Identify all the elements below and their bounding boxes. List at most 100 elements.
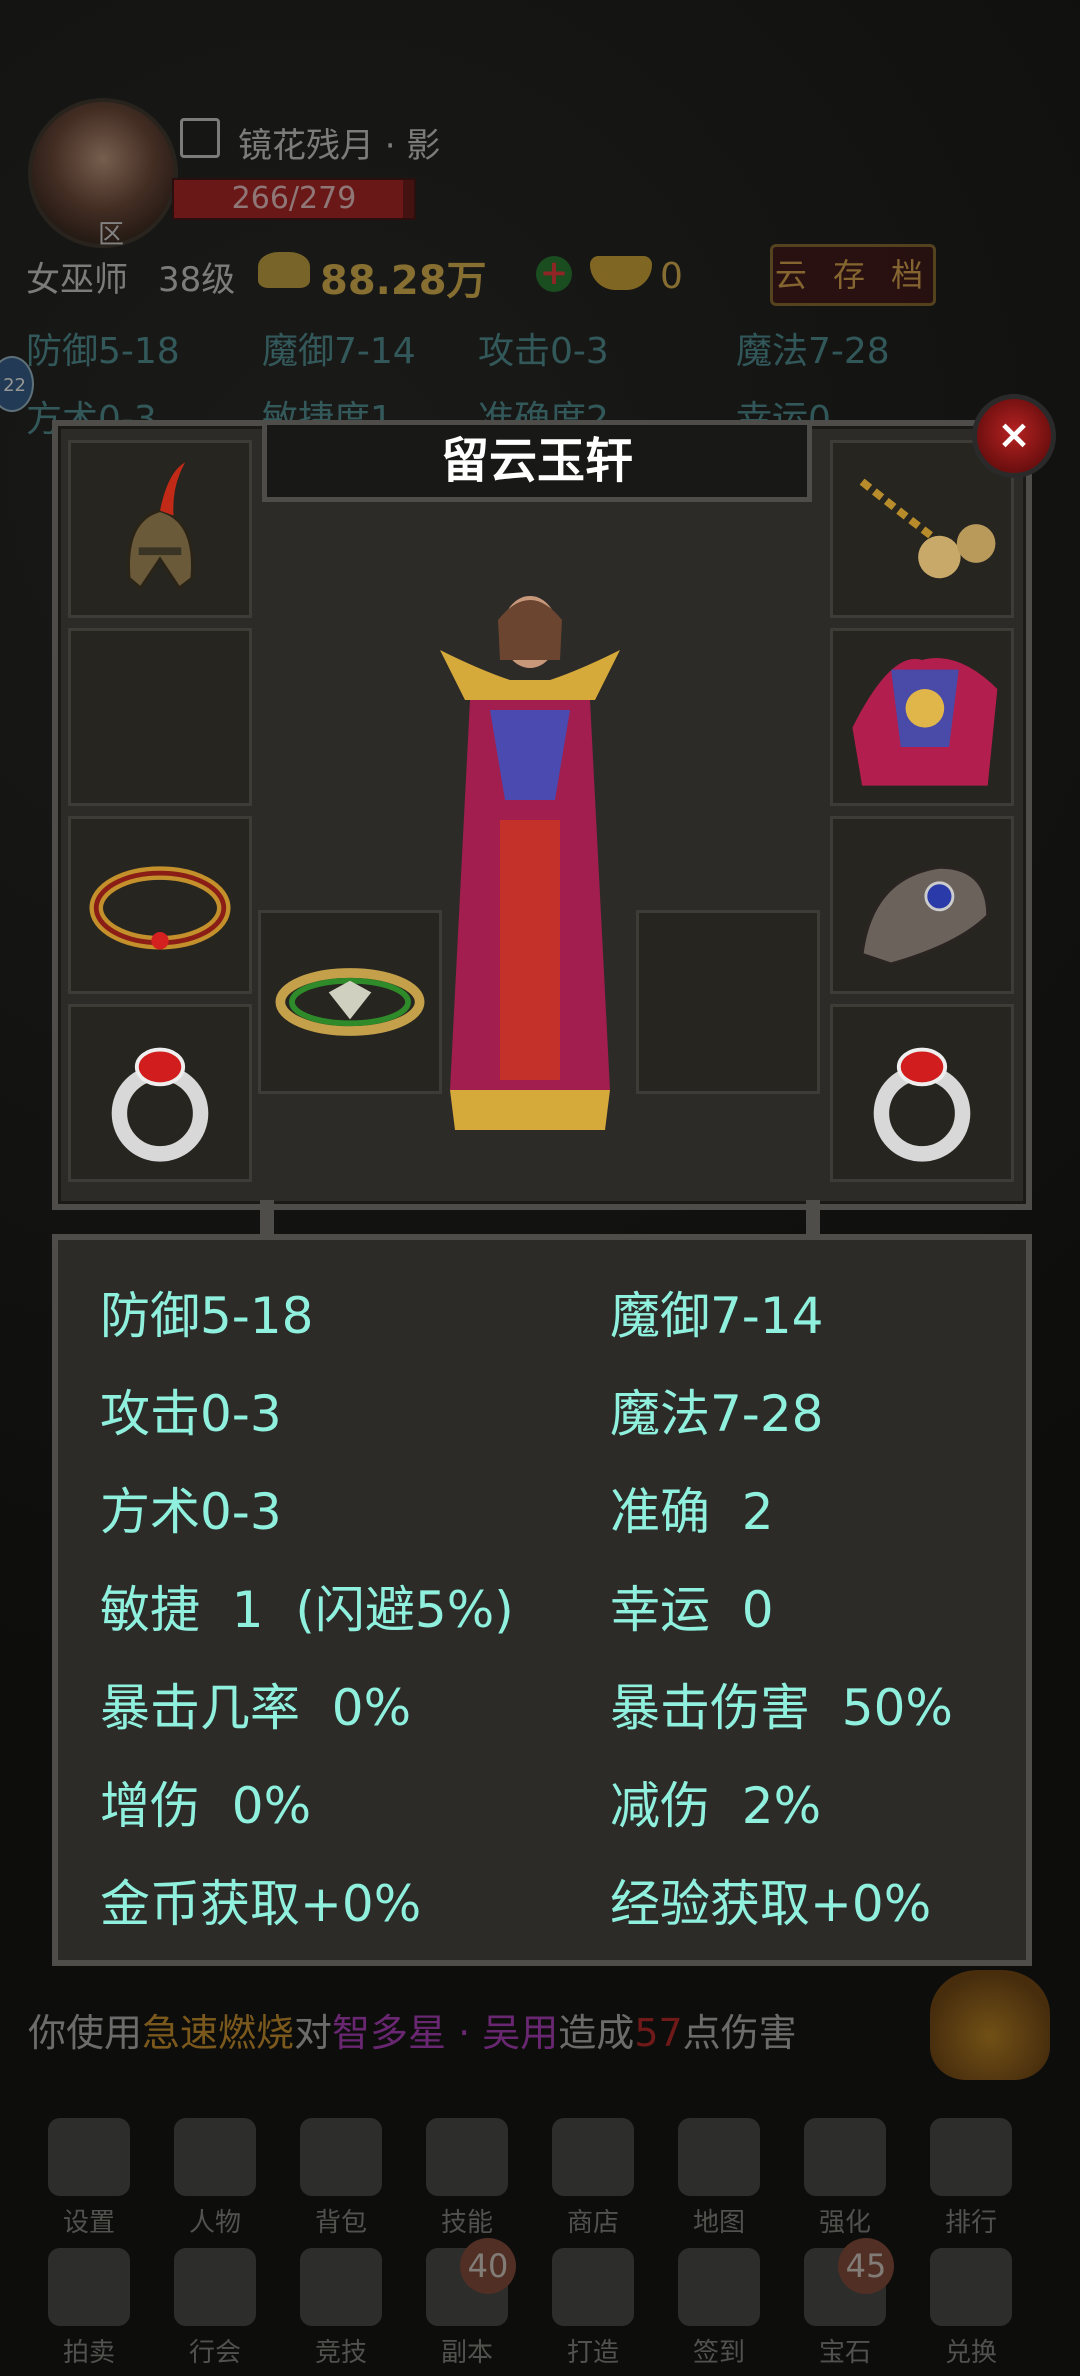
player-name: 镜花残月 · 影 <box>238 126 441 166</box>
menu-bag[interactable]: 背包 <box>286 2118 396 2239</box>
menu-label: 兑换 <box>944 2338 997 2368</box>
stat-exp-gain: 经验获取+0% <box>610 1875 932 1933</box>
slot-ring-left[interactable] <box>68 1004 252 1182</box>
menu-label: 拍卖 <box>62 2338 115 2368</box>
menu-label: 强化 <box>818 2208 871 2238</box>
menu-auction[interactable]: 拍卖 <box>34 2248 144 2369</box>
menu-shop[interactable]: 商店 <box>538 2118 648 2239</box>
stat-damage-reduction: 减伤 2% <box>610 1777 822 1835</box>
stat-magic: 魔法7-28 <box>610 1385 824 1443</box>
menu-character[interactable]: 人物 <box>160 2118 270 2239</box>
stat-crit-rate: 暴击几率 0% <box>100 1679 412 1737</box>
bg-stat: 攻击0-3 <box>478 331 609 372</box>
add-icon[interactable]: + <box>536 256 572 292</box>
menu-label: 竞技 <box>314 2338 367 2368</box>
menu-ranking[interactable]: 排行 <box>916 2118 1026 2239</box>
dungeon-count-badge: 40 <box>460 2238 516 2294</box>
panel-connector <box>260 1200 274 1238</box>
robe-armor-icon <box>852 658 998 786</box>
map-icon <box>678 2118 760 2196</box>
armor-icon <box>174 2118 256 2196</box>
slot-bracelet[interactable] <box>68 816 252 994</box>
claw-gauntlet-icon <box>860 865 990 966</box>
ruby-ring-icon <box>873 1047 971 1162</box>
menu-gems[interactable]: 45 宝石 <box>790 2238 900 2369</box>
menu-label: 宝石 <box>818 2338 871 2368</box>
menu-settings[interactable]: 设置 <box>34 2118 144 2239</box>
gold-amount: 88.28万 <box>320 258 487 304</box>
log-skill: 急速燃烧 <box>142 2011 295 2055</box>
sword-icon <box>426 2118 508 2196</box>
gold-coins-icon <box>258 252 310 288</box>
slot-gauntlet[interactable] <box>830 816 1014 994</box>
stat-magic-defense: 魔御7-14 <box>610 1287 824 1345</box>
log-target: 智多星 · 吴用 <box>332 2011 559 2055</box>
level-text: 38级 <box>158 260 236 300</box>
menu-enhance[interactable]: 强化 <box>790 2118 900 2239</box>
auction-icon <box>48 2248 130 2326</box>
menu-arena[interactable]: 竞技 <box>286 2248 396 2369</box>
edit-icon[interactable] <box>180 118 220 158</box>
ruby-bracelet-icon <box>89 866 231 950</box>
stat-tao: 方术0-3 <box>100 1483 282 1541</box>
class-name: 女巫师 <box>26 260 128 300</box>
bag-icon <box>300 2118 382 2196</box>
stat-gold-gain: 金币获取+0% <box>100 1875 422 1933</box>
log-mid: 对 <box>294 2011 333 2055</box>
log-mid2: 造成 <box>558 2011 635 2055</box>
hp-bar: 266/279 <box>172 178 416 220</box>
menu-label: 行会 <box>188 2338 241 2368</box>
menu-label: 设置 <box>62 2208 115 2238</box>
stat-attack: 攻击0-3 <box>100 1385 282 1443</box>
slot-ring-right[interactable] <box>830 1004 1014 1182</box>
ranking-icon <box>930 2118 1012 2196</box>
menu-label: 技能 <box>440 2208 493 2238</box>
menu-guild[interactable]: 行会 <box>160 2248 270 2369</box>
menu-exchange[interactable]: 兑换 <box>916 2248 1026 2369</box>
menu-label: 打造 <box>566 2338 619 2368</box>
log-suffix: 点伤害 <box>682 2011 797 2055</box>
bg-stat: 魔御7-14 <box>262 331 416 372</box>
bell-necklace-icon <box>859 478 996 579</box>
gem-icon: 45 <box>804 2238 894 2326</box>
slot-empty[interactable] <box>68 628 252 806</box>
stat-crit-damage: 暴击伤害 50% <box>610 1679 953 1737</box>
close-button[interactable]: × <box>972 394 1056 478</box>
hp-text: 266/279 <box>231 181 357 216</box>
slot-armor[interactable] <box>830 628 1014 806</box>
zone-label: 区 <box>98 220 125 250</box>
bg-stat: 魔法7-28 <box>736 331 890 372</box>
log-prefix: 你使用 <box>28 2011 143 2055</box>
menu-skills[interactable]: 技能 <box>412 2118 522 2239</box>
cloud-save-button[interactable]: 云 存 档 <box>770 244 936 306</box>
bg-stat: 防御5-18 <box>26 331 180 372</box>
equipment-title: 留云玉轩 <box>262 420 812 502</box>
menu-map[interactable]: 地图 <box>664 2118 774 2239</box>
guild-icon <box>174 2248 256 2326</box>
crossed-swords-icon <box>300 2248 382 2326</box>
log-damage: 57 <box>634 2011 683 2055</box>
menu-label: 商店 <box>566 2208 619 2238</box>
panel-connector <box>806 1200 820 1238</box>
ingot-amount: 0 <box>660 256 683 297</box>
treasure-bag-icon[interactable] <box>930 1970 1050 2080</box>
menu-label: 地图 <box>692 2208 745 2238</box>
combat-log-line: 你使用急速燃烧对智多星 · 吴用造成57点伤害 <box>28 2002 797 2057</box>
scroll-icon: 40 <box>426 2238 516 2326</box>
stat-luck: 幸运 0 <box>610 1581 774 1639</box>
character-figure <box>440 596 620 1130</box>
slot-helmet[interactable] <box>68 440 252 618</box>
menu-forge[interactable]: 打造 <box>538 2248 648 2369</box>
menu-checkin[interactable]: 签到 <box>664 2248 774 2369</box>
menu-label: 副本 <box>440 2338 493 2368</box>
anvil-icon <box>552 2248 634 2326</box>
ruby-ring-icon <box>111 1047 209 1162</box>
stat-damage-boost: 增伤 0% <box>100 1777 312 1835</box>
menu-label: 人物 <box>188 2208 241 2238</box>
menu-label: 背包 <box>314 2208 367 2238</box>
shop-icon <box>552 2118 634 2196</box>
menu-dungeon[interactable]: 40 副本 <box>412 2238 522 2369</box>
gift-icon <box>930 2248 1012 2326</box>
gem-count-badge: 45 <box>838 2238 894 2294</box>
calendar-icon <box>678 2248 760 2326</box>
